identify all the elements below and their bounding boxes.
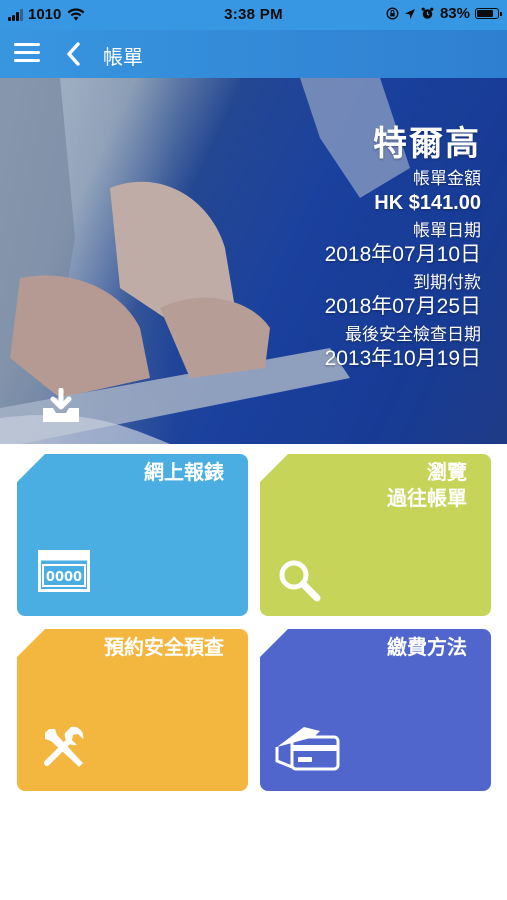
safety-check-date: 2013年10月19日: [324, 347, 481, 370]
past-bills-label-line1: 瀏覽: [427, 462, 467, 484]
customer-name: 特爾高: [373, 125, 481, 163]
tile-corner: [17, 454, 45, 482]
page-title: 帳單: [103, 47, 143, 69]
meter-reading-digits: 0000: [46, 570, 82, 585]
status-bar: 1010 3:38 PM 83%: [0, 0, 507, 30]
search-icon: [279, 560, 321, 602]
download-icon[interactable]: [40, 388, 82, 424]
bill-screen: 1010 3:38 PM 83% 帳單 特爾高 帳單金額 HK $141.00 …: [0, 0, 507, 900]
safety-inspection-label: 預約安全預查: [104, 637, 224, 659]
bill-summary-banner: 特爾高 帳單金額 HK $141.00 帳單日期 2018年07月10日 到期付…: [0, 78, 507, 444]
bill-details: 特爾高 帳單金額 HK $141.00 帳單日期 2018年07月10日 到期付…: [325, 124, 481, 372]
bill-date: 2018年07月10日: [324, 243, 481, 266]
meter-icon: 0000: [38, 550, 90, 592]
location-arrow-icon: [404, 8, 415, 19]
safety-inspection-tile[interactable]: 預約安全預查: [17, 629, 248, 791]
meter-reading-tile[interactable]: 網上報錶 0000: [17, 454, 248, 616]
past-bills-label-line2: 過往帳單: [387, 488, 467, 510]
meter-reading-label: 網上報錶: [144, 462, 224, 484]
bill-date-label: 帳單日期: [413, 221, 481, 240]
payment-methods-label: 繳費方法: [387, 637, 467, 659]
alarm-clock-icon: [421, 7, 434, 19]
back-arrow-icon[interactable]: [62, 40, 86, 68]
battery-percent: 83%: [439, 5, 470, 22]
tile-corner: [17, 629, 45, 657]
battery-icon: [475, 8, 502, 19]
tools-icon: [44, 726, 84, 767]
tile-corner: [260, 454, 288, 482]
payment-methods-tile[interactable]: 繳費方法: [260, 629, 491, 791]
safety-check-label: 最後安全檢查日期: [345, 325, 481, 344]
battery-level-fill: [477, 10, 493, 17]
menu-icon[interactable]: [14, 43, 40, 63]
bill-amount: HK $141.00: [374, 192, 481, 214]
credit-card-icon: [275, 727, 340, 771]
screen-lock-icon: [386, 7, 399, 20]
past-bills-tile[interactable]: 瀏覽 過往帳單: [260, 454, 491, 616]
bill-amount-label: 帳單金額: [413, 169, 481, 188]
tile-corner: [260, 629, 288, 657]
nav-bar: 帳單: [0, 30, 507, 78]
past-bills-label: 瀏覽 過往帳單: [387, 460, 467, 512]
due-date: 2018年07月25日: [324, 295, 481, 318]
due-date-label: 到期付款: [413, 273, 481, 292]
